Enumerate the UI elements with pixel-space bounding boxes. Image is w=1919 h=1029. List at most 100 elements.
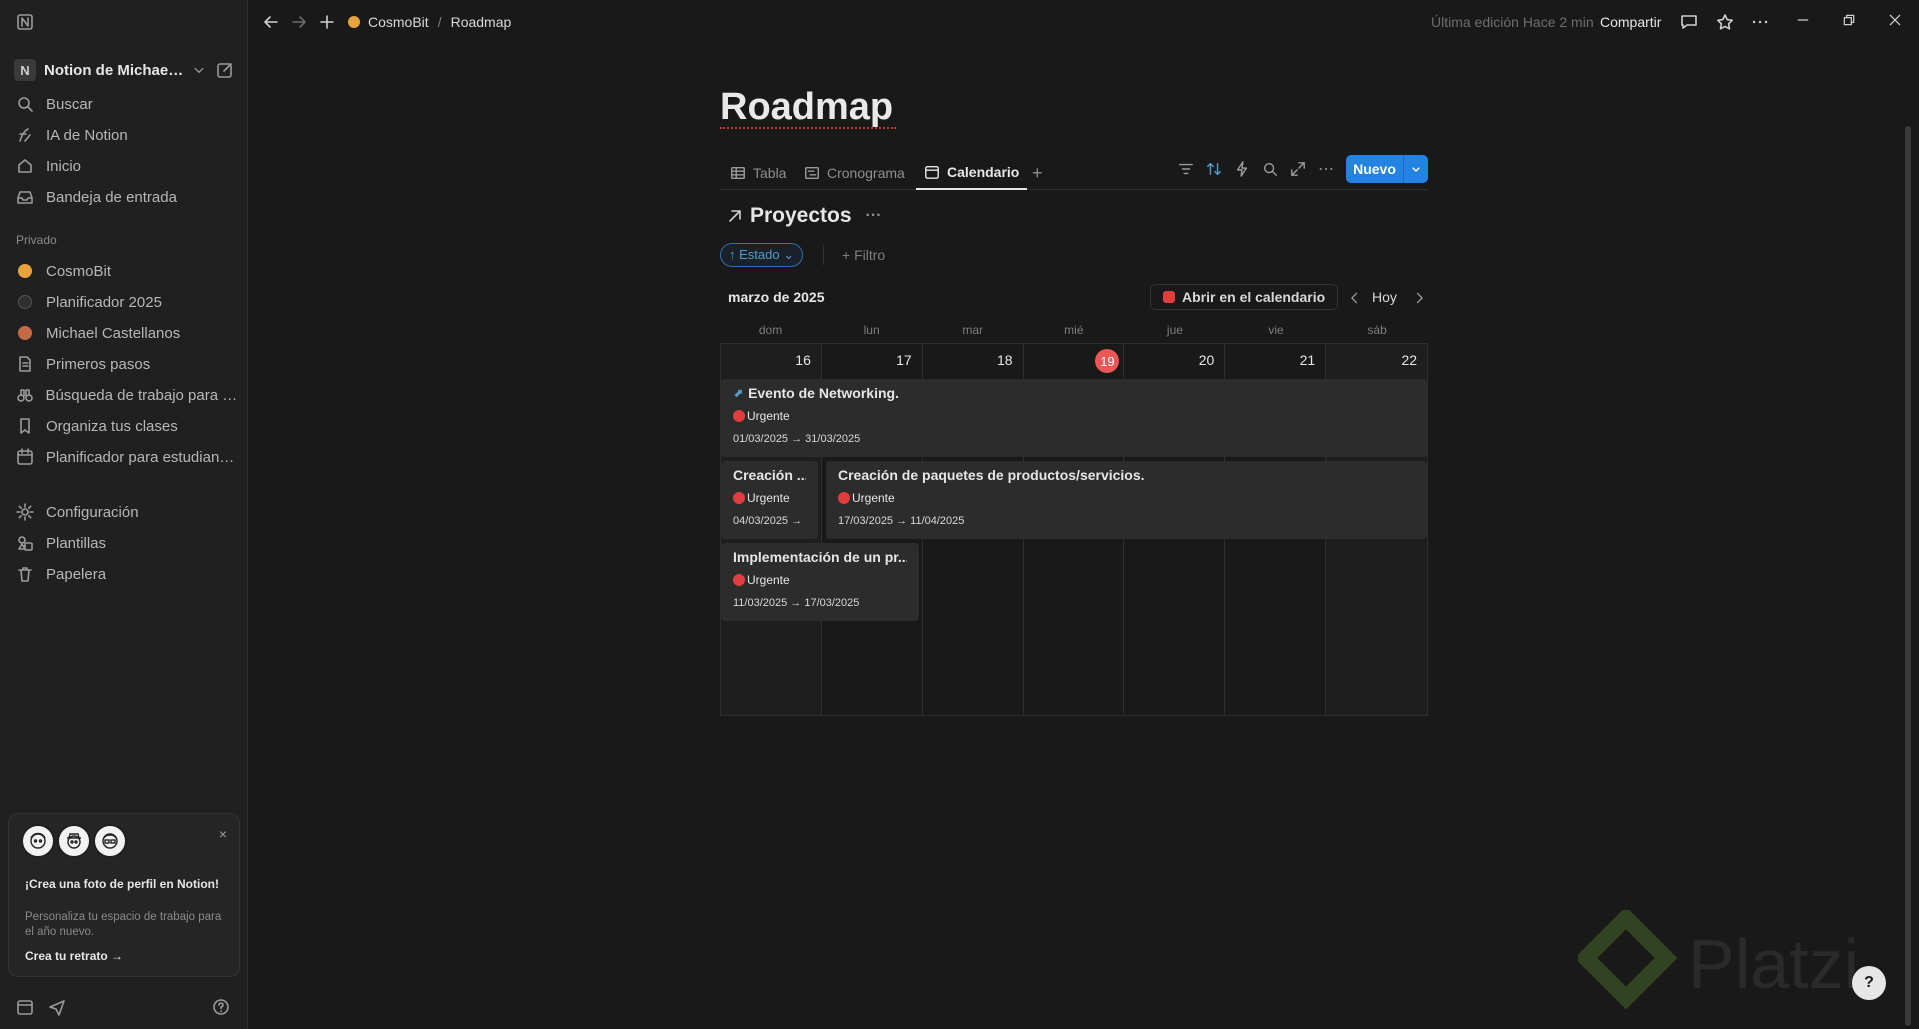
comment-icon[interactable] bbox=[1680, 13, 1698, 31]
open-in-calendar-button[interactable]: Abrir en el calendario bbox=[1150, 284, 1339, 310]
close-icon[interactable]: × bbox=[219, 826, 227, 842]
help-icon[interactable] bbox=[212, 998, 230, 1016]
event-tag-label: Urgente bbox=[747, 409, 790, 423]
database-title[interactable]: Proyectos ··· bbox=[726, 204, 882, 228]
sidebar-item-michael[interactable]: Michael Castellanos bbox=[14, 319, 238, 347]
today-day-number: 19 bbox=[1095, 349, 1120, 373]
arrow-right-icon: → bbox=[111, 949, 124, 963]
add-view-button[interactable]: + bbox=[1032, 156, 1043, 190]
sidebar-item-organiza[interactable]: Organiza tus clases bbox=[14, 412, 238, 440]
weekday-label: mié bbox=[1064, 323, 1084, 337]
promo-description: Personaliza tu espacio de trabajo para e… bbox=[25, 911, 222, 938]
new-button[interactable]: Nuevo bbox=[1346, 155, 1428, 183]
tab-tabla[interactable]: Tabla bbox=[730, 156, 786, 190]
tab-calendario[interactable]: Calendario bbox=[916, 156, 1028, 190]
day-number: 18 bbox=[997, 352, 1013, 368]
calendar-grid: dom lun mar mié jue vie sáb 16 17 18 19 … bbox=[720, 317, 1428, 716]
plus-icon[interactable] bbox=[318, 13, 336, 31]
forward-arrow-icon[interactable] bbox=[290, 13, 308, 31]
weekday-label: sáb bbox=[1367, 323, 1387, 337]
minimize-icon[interactable] bbox=[1796, 13, 1810, 27]
search-icon bbox=[14, 95, 36, 113]
tab-cronograma[interactable]: Cronograma bbox=[804, 156, 905, 190]
sort-icon[interactable] bbox=[1206, 161, 1222, 177]
event-dates: 11/03/2025 → 17/03/2025 bbox=[733, 597, 860, 609]
new-page-icon[interactable] bbox=[216, 61, 234, 79]
weekday-label: lun bbox=[863, 323, 880, 337]
today-button[interactable]: Hoy bbox=[1372, 289, 1397, 305]
page-title[interactable]: Roadmap bbox=[720, 86, 893, 129]
calendar-app-icon[interactable] bbox=[16, 998, 34, 1016]
sidebar-item-templates[interactable]: Plantillas bbox=[14, 529, 238, 557]
event-dates: 01/03/2025 → 31/03/2025 bbox=[733, 433, 861, 445]
new-button-label[interactable]: Nuevo bbox=[1346, 155, 1404, 183]
urgent-dot-icon bbox=[838, 492, 850, 504]
event-dates: 04/03/2025 → bbox=[733, 515, 803, 527]
event-title-text: Evento de Networking. bbox=[748, 385, 899, 401]
expand-icon[interactable] bbox=[1290, 161, 1306, 177]
promo-link[interactable]: Crea tu retrato → bbox=[25, 949, 123, 963]
avatar bbox=[21, 824, 55, 858]
inbox-icon bbox=[14, 188, 36, 206]
last-edited-label: Última edición Hace 2 min bbox=[1431, 14, 1594, 30]
event-tag-label: Urgente bbox=[852, 491, 895, 505]
avatar bbox=[93, 824, 127, 858]
workspace-name: Notion de Michael ... bbox=[44, 61, 184, 79]
chevron-right-icon[interactable] bbox=[1412, 291, 1426, 305]
chevron-down-icon[interactable] bbox=[1404, 155, 1428, 183]
chevron-left-icon[interactable] bbox=[1348, 291, 1362, 305]
breadcrumb-item[interactable]: CosmoBit bbox=[368, 14, 429, 30]
filter-icon[interactable] bbox=[1178, 161, 1194, 177]
share-button[interactable]: Compartir bbox=[1600, 14, 1661, 30]
sidebar-item-ai[interactable]: IA de Notion bbox=[14, 121, 238, 149]
breadcrumb-item[interactable]: Roadmap bbox=[451, 14, 512, 30]
assistant-bubble-icon[interactable]: ? bbox=[1852, 966, 1886, 1000]
planet-icon bbox=[348, 16, 360, 28]
sidebar-item-settings[interactable]: Configuración bbox=[14, 498, 238, 526]
sidebar-item-planificador-2025[interactable]: Planificador 2025 bbox=[14, 288, 238, 316]
tab-label: Tabla bbox=[753, 165, 787, 181]
profile-photo-promo: × ¡Crea una foto de perfil en Notion! Pe… bbox=[8, 813, 240, 977]
sidebar-item-home[interactable]: Inicio bbox=[14, 152, 238, 180]
search-icon[interactable] bbox=[1262, 161, 1278, 177]
breadcrumb: CosmoBit / Roadmap bbox=[348, 14, 511, 30]
platzi-watermark-logo: Platzi bbox=[1578, 910, 1898, 1020]
sidebar-item-planificador-estudiantes[interactable]: Planificador para estudiantes bbox=[14, 443, 238, 471]
sidebar-item-search[interactable]: Buscar bbox=[14, 90, 238, 118]
more-options-icon[interactable] bbox=[1318, 161, 1334, 177]
close-window-icon[interactable] bbox=[1888, 13, 1902, 27]
automation-icon[interactable] bbox=[1234, 161, 1250, 177]
page-icon bbox=[14, 295, 36, 309]
restore-icon[interactable] bbox=[1842, 13, 1856, 27]
event-card[interactable]: Creación de paquetes de productos/servic… bbox=[826, 461, 1427, 539]
event-card[interactable]: Implementación de un pr... Urgente 11/03… bbox=[721, 543, 919, 621]
sidebar-item-trash[interactable]: Papelera bbox=[14, 560, 238, 588]
add-filter-button[interactable]: + Filtro bbox=[842, 247, 885, 263]
workspace-switcher[interactable]: N Notion de Michael ... bbox=[14, 55, 236, 85]
day-number: 17 bbox=[896, 352, 912, 368]
sort-pill[interactable]: ↑ Estado ⌄ bbox=[720, 243, 804, 267]
chevron-down-icon[interactable] bbox=[192, 63, 206, 77]
more-options-icon[interactable] bbox=[1751, 13, 1769, 31]
star-icon[interactable] bbox=[1716, 13, 1734, 31]
event-card[interactable]: ⬈ Evento de Networking. Urgente 01/03/202… bbox=[721, 379, 1427, 457]
calendar-icon bbox=[14, 448, 36, 466]
sidebar-item-label: Papelera bbox=[46, 565, 107, 583]
person-icon bbox=[14, 326, 36, 340]
tab-label: Calendario bbox=[947, 164, 1020, 180]
urgent-dot-icon bbox=[733, 410, 745, 422]
urgent-dot-icon bbox=[733, 574, 745, 586]
sidebar-item-inbox[interactable]: Bandeja de entrada bbox=[14, 183, 238, 211]
sidebar-item-busqueda[interactable]: Búsqueda de trabajo para e... bbox=[14, 381, 238, 409]
document-icon bbox=[14, 355, 36, 373]
notion-logo-icon[interactable] bbox=[16, 13, 34, 31]
sidebar-item-primeros-pasos[interactable]: Primeros pasos bbox=[14, 350, 238, 378]
scrollbar[interactable] bbox=[1905, 126, 1911, 1026]
sidebar-item-label: Planificador 2025 bbox=[46, 293, 162, 311]
event-card[interactable]: Creación ... Urgente 04/03/2025 → bbox=[721, 461, 818, 539]
open-in-calendar-label: Abrir en el calendario bbox=[1182, 289, 1326, 305]
sidebar-item-cosmobit[interactable]: CosmoBit bbox=[14, 257, 238, 285]
database-more-icon[interactable]: ··· bbox=[866, 207, 882, 225]
back-arrow-icon[interactable] bbox=[262, 13, 280, 31]
send-icon[interactable] bbox=[48, 998, 66, 1016]
